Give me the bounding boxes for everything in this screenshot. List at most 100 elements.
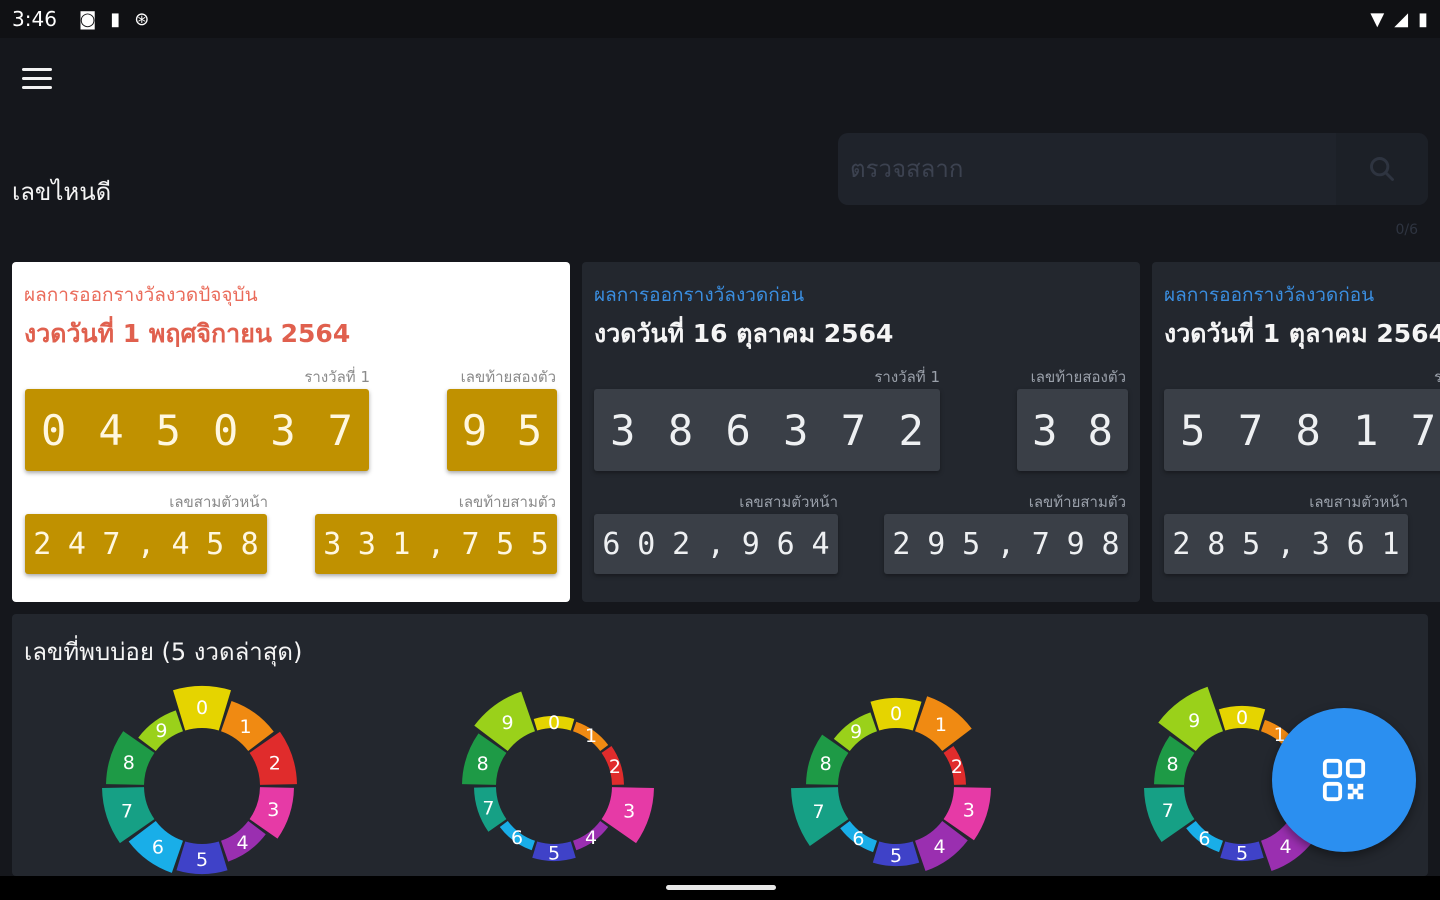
draw-subtitle: ผลการออกรางวัลงวดปัจจุบัน [24, 284, 258, 306]
digit: 7 [102, 526, 121, 562]
digit: 3 [1311, 526, 1330, 562]
wheel-digit-label: 6 [511, 827, 523, 849]
wheel-digit-label: 0 [196, 697, 208, 719]
wheel-digit-label: 8 [820, 753, 832, 775]
digit: 3 [357, 526, 376, 562]
wheel-digit-label: 4 [1279, 836, 1291, 858]
draw-subtitle: ผลการออกรางวัลงวดก่อน [1164, 284, 1375, 306]
wheel-digit-label: 8 [477, 753, 489, 775]
search-char-counter: 0/6 [1395, 222, 1418, 238]
digit: 9 [927, 526, 946, 562]
wheel-digit-label: 4 [933, 836, 945, 858]
draw-card-previous[interactable]: ผลการออกรางวัลงวดก่อน งวดวันที่ 16 ตุลาค… [582, 262, 1140, 602]
digit: 9 [741, 526, 760, 562]
draw-card-older[interactable]: ผลการออกรางวัลงวดก่อน งวดวันที่ 1 ตุลาคม… [1152, 262, 1440, 602]
wheel-digit-label: 4 [237, 832, 249, 854]
last-three-number: 295,798 [884, 514, 1128, 574]
menu-icon[interactable] [22, 60, 62, 96]
last-two-number: 38 [1017, 389, 1128, 471]
digit: 7 [840, 405, 867, 455]
digit: 8 [1295, 405, 1321, 455]
wheel-digit-label: 7 [812, 801, 824, 823]
wheel-digit-label: 6 [852, 828, 864, 850]
digit: 4 [98, 405, 124, 455]
digit: 0 [41, 405, 67, 455]
digit: 0 [637, 526, 656, 562]
wheel-digit-label: 1 [239, 716, 251, 738]
draw-date: งวดวันที่ 16 ตุลาคม 2564 [594, 319, 894, 348]
digit: 4 [67, 526, 86, 562]
separator: , [136, 526, 155, 562]
wheel-digit-label: 1 [935, 714, 947, 736]
digit: 7 [1237, 405, 1264, 455]
digit: 2 [672, 526, 691, 562]
wheel-digit-label: 9 [502, 712, 514, 734]
wheel-digit-label: 8 [123, 752, 135, 774]
home-handle[interactable] [666, 885, 776, 890]
last-two-label: เลขท้ายสองตัว [1030, 368, 1126, 386]
last-three-label: เลขท้ายสามตัว [1028, 493, 1126, 511]
digit: 1 [1381, 526, 1400, 562]
digit: 3 [323, 526, 342, 562]
digit: 6 [725, 405, 751, 455]
frequency-wheel-2[interactable]: 0123456789 [434, 666, 674, 876]
wheel-digit-label: 1 [585, 725, 597, 747]
digit: 7 [1031, 526, 1050, 562]
first-prize-number: 045037 [25, 389, 369, 471]
digit: 4 [811, 526, 830, 562]
qr-scan-button[interactable] [1272, 708, 1416, 852]
separator: , [996, 526, 1015, 562]
wheel-chart: 0123456789 [791, 696, 991, 872]
wheel-digit-label: 9 [850, 721, 862, 743]
digit: 3 [783, 405, 809, 455]
wheel-digit-label: 3 [963, 800, 975, 822]
digit: 3 [610, 405, 636, 455]
wheel-digit-label: 7 [482, 797, 494, 819]
digit: 8 [667, 405, 694, 455]
wheel-digit-label: 7 [1162, 800, 1174, 822]
digit: 2 [898, 405, 924, 455]
wheel-digit-label: 3 [267, 799, 279, 821]
last-two-number: 95 [447, 389, 557, 471]
digit: 7 [461, 526, 480, 562]
qr-code-icon [1322, 758, 1366, 802]
digit: 5 [496, 526, 515, 562]
page-title: เลขไหนดี [12, 178, 112, 206]
digit: 5 [206, 526, 225, 562]
sd-card-icon: ▮ [110, 8, 121, 30]
last-two-label: เลขท้ายสองตัว [460, 368, 556, 386]
first-prize-number: 386372 [594, 389, 940, 471]
draw-card-current[interactable]: ผลการออกรางวัลงวดปัจจุบัน งวดวันที่ 1 พฤ… [12, 262, 570, 602]
digit: 4 [171, 526, 190, 562]
search-button[interactable] [1336, 133, 1428, 205]
search-input[interactable] [838, 133, 1336, 205]
digit: 5 [516, 405, 543, 455]
wheel-digit-label: 0 [1236, 707, 1248, 729]
battery-icon: ▮ [1418, 8, 1428, 30]
frequency-wheel-3[interactable]: 0 1234 5 6 7 89 [776, 666, 1016, 876]
status-time: 3:46 [12, 7, 57, 31]
digit: 1 [392, 526, 411, 562]
draw-subtitle: ผลการออกรางวัลงวดก่อน [594, 284, 805, 306]
first-prize-number: 578173 [1164, 389, 1440, 471]
status-bar: 3:46 ◙ ▮ ⊛ ▼ ◢ ▮ [0, 0, 1440, 38]
separator: , [706, 526, 725, 562]
digit: 5 [1180, 405, 1206, 455]
frequency-wheel-1[interactable]: 0 12 34 5 67 89 [82, 666, 322, 876]
digit: 9 [1066, 526, 1085, 562]
separator: , [1276, 526, 1295, 562]
last-three-number: 331,755 [315, 514, 557, 574]
digit: 6 [602, 526, 621, 562]
wheel-digit-label: 0 [548, 712, 560, 734]
front-three-number: 285, 361 [1164, 514, 1408, 574]
digit: 6 [776, 526, 795, 562]
wheel-digit-label: 7 [121, 800, 133, 822]
wheel-digit-label: 2 [609, 756, 621, 778]
draw-date: งวดวันที่ 1 พฤศจิกายน 2564 [24, 319, 351, 348]
first-prize-label: รางวัลที่ 1 [874, 368, 940, 386]
wheel-digit-label: 0 [890, 703, 902, 725]
frequency-panel: เลขที่พบบ่อย (5 งวดล่าสุด) 0123456789 01… [12, 614, 1428, 876]
digit: 3 [1032, 405, 1058, 455]
digit: 6 [1346, 526, 1365, 562]
wheel-chart: 0123456789 [102, 686, 297, 874]
